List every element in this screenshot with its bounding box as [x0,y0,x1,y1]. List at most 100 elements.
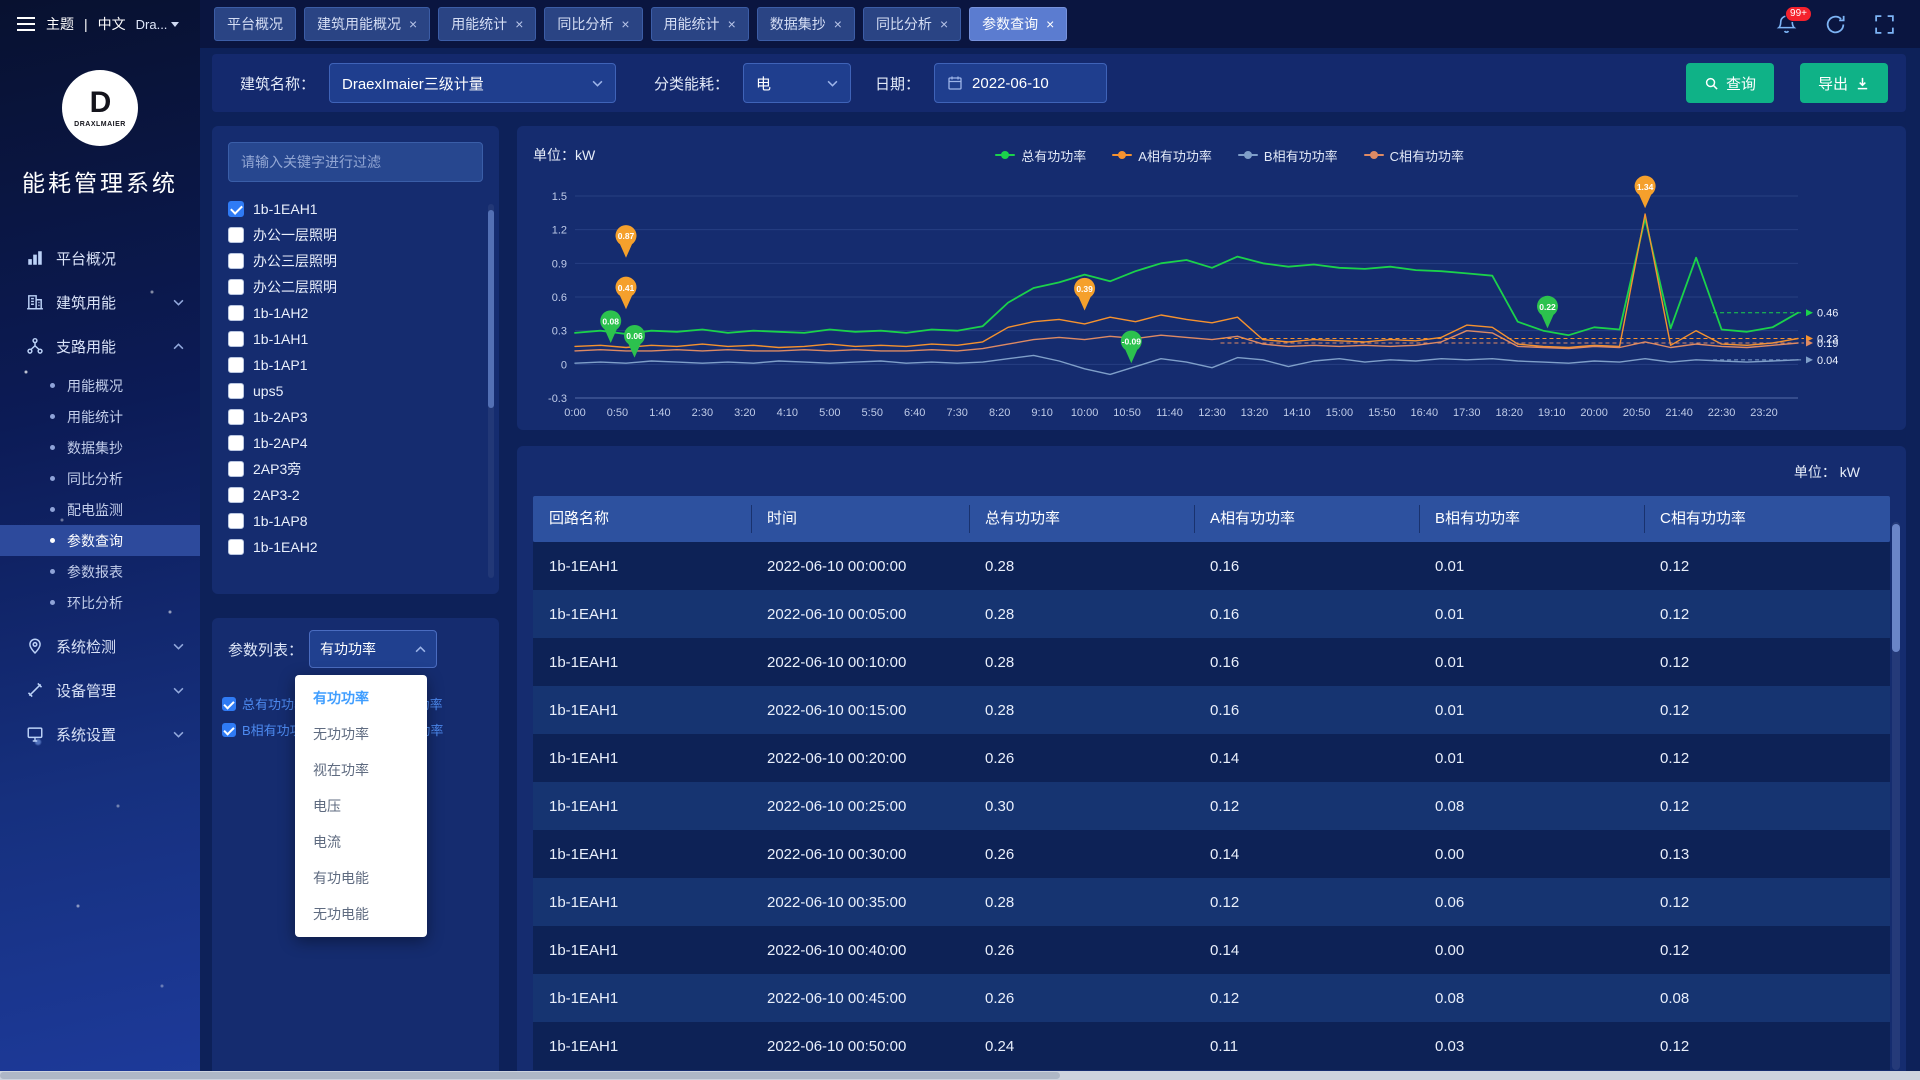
sidebar-subitem-param-report[interactable]: 参数报表 [0,556,200,587]
tab-yoy-analysis-2[interactable]: 同比分析× [863,7,961,41]
sidebar-item-building-energy[interactable]: 建筑用能 [0,280,200,324]
checkbox[interactable] [228,279,244,295]
checkbox[interactable] [228,201,244,217]
sidebar-item-branch-energy[interactable]: 支路用能 [0,324,200,368]
circuit-item-12[interactable]: 1b-1AP8 [228,508,483,534]
body-grid: 1b-1EAH1 办公一层照明办公三层照明办公二层照明1b-1AH21b-1AH1… [212,112,1906,1080]
category-select[interactable]: 电 [743,63,851,103]
circuit-item-13[interactable]: 1b-1EAH2 [228,534,483,560]
checkbox[interactable] [222,723,236,737]
sidebar-menu: 平台概况建筑用能支路用能用能概况用能统计数据集抄同比分析配电监测参数查询参数报表… [0,236,200,756]
svg-text:0.46: 0.46 [1817,308,1838,320]
param-select[interactable]: 有功功率 [309,630,437,668]
circuit-item-1[interactable]: 办公一层照明 [228,222,483,248]
sidebar-item-platform-overview[interactable]: 平台概况 [0,236,200,280]
circuit-item-3[interactable]: 办公二层照明 [228,274,483,300]
circuit-search-input[interactable] [228,142,483,182]
tab-energy-stats[interactable]: 用能统计× [438,7,536,41]
circuit-item-label: 1b-1EAH2 [253,539,318,555]
sidebar-item-system-settings[interactable]: 系统设置 [0,712,200,756]
svg-text:5:00: 5:00 [819,407,840,419]
circuit-item-4[interactable]: 1b-1AH2 [228,300,483,326]
tab-close-icon[interactable]: × [515,17,523,31]
tab-param-query[interactable]: 参数查询× [969,7,1067,41]
sidebar-item-device-management[interactable]: 设备管理 [0,668,200,712]
legend-item-total-active-power[interactable]: 总有功功率 [995,146,1086,165]
theme-label[interactable]: 主题 [46,14,74,34]
param-option-2[interactable]: 视在功率 [295,752,427,788]
table-cell: 0.13 [1644,846,1890,863]
date-picker[interactable]: 2022-06-10 [934,63,1107,103]
sidebar-subitem-power-monitor[interactable]: 配电监测 [0,494,200,525]
tab-close-icon[interactable]: × [1046,17,1054,31]
hamburger-icon[interactable] [16,16,36,32]
tab-close-icon[interactable]: × [621,17,629,31]
brand-selector[interactable]: Dra... [136,17,180,32]
circuit-item-7[interactable]: ups5 [228,378,483,404]
bell-icon[interactable]: 99+ [1775,13,1798,36]
tab-yoy-analysis[interactable]: 同比分析× [544,7,642,41]
circuit-item-8[interactable]: 1b-2AP3 [228,404,483,430]
param-option-4[interactable]: 电流 [295,824,427,860]
circuit-item-2[interactable]: 办公三层照明 [228,248,483,274]
circuit-item-0[interactable]: 1b-1EAH1 [228,196,483,222]
circuit-item-6[interactable]: 1b-1AP1 [228,352,483,378]
param-option-0[interactable]: 有功功率 [295,680,427,716]
checkbox[interactable] [228,331,244,347]
tab-platform-overview[interactable]: 平台概况 [214,7,296,41]
sidebar-subitem-yoy-analysis[interactable]: 同比分析 [0,463,200,494]
circuit-scrollbar-thumb[interactable] [488,210,494,408]
legend-item-phase-a-active-power[interactable]: A相有功功率 [1112,146,1212,165]
table-scrollbar-thumb[interactable] [1892,524,1900,652]
sidebar-subitem-energy-overview[interactable]: 用能概况 [0,370,200,401]
circuit-item-5[interactable]: 1b-1AH1 [228,326,483,352]
sidebar-subitem-mom-analysis[interactable]: 环比分析 [0,587,200,618]
param-option-3[interactable]: 电压 [295,788,427,824]
table-cell: 0.08 [1644,990,1890,1007]
horizontal-scrollbar[interactable] [0,1071,1920,1080]
checkbox[interactable] [228,383,244,399]
language-label[interactable]: 中文 [98,14,126,34]
tab-building-energy-overview[interactable]: 建筑用能概况× [304,7,430,41]
tab-close-icon[interactable]: × [834,17,842,31]
checkbox[interactable] [228,487,244,503]
refresh-icon[interactable] [1824,13,1847,36]
svg-text:5:50: 5:50 [862,407,883,419]
checkbox[interactable] [228,305,244,321]
fullscreen-icon[interactable] [1873,13,1896,36]
checkbox[interactable] [222,697,236,711]
checkbox[interactable] [228,435,244,451]
sidebar-subitem-data-collection[interactable]: 数据集抄 [0,432,200,463]
circuit-item-label: 1b-1EAH1 [253,201,318,217]
param-option-5[interactable]: 有功电能 [295,860,427,896]
checkbox[interactable] [228,409,244,425]
checkbox[interactable] [228,253,244,269]
sidebar-subitem-energy-stats[interactable]: 用能统计 [0,401,200,432]
circuit-item-9[interactable]: 1b-2AP4 [228,430,483,456]
checkbox[interactable] [228,513,244,529]
svg-text:0.41: 0.41 [618,283,635,293]
sidebar-item-system-monitor[interactable]: 系统检测 [0,624,200,668]
tab-data-collection[interactable]: 数据集抄× [757,7,855,41]
tab-close-icon[interactable]: × [728,17,736,31]
param-option-1[interactable]: 无功功率 [295,716,427,752]
topbar-divider: | [84,16,88,32]
table-cell: 0.12 [1644,798,1890,815]
legend-item-phase-c-active-power[interactable]: C相有功功率 [1364,146,1464,165]
checkbox[interactable] [228,461,244,477]
export-button[interactable]: 导出 [1800,63,1888,103]
legend-item-phase-b-active-power[interactable]: B相有功功率 [1238,146,1338,165]
building-select[interactable]: DraexImaier三级计量 [329,63,616,103]
horizontal-scrollbar-thumb[interactable] [0,1072,1060,1079]
circuit-item-10[interactable]: 2AP3旁 [228,456,483,482]
tab-energy-stats-2[interactable]: 用能统计× [651,7,749,41]
tab-close-icon[interactable]: × [409,17,417,31]
circuit-item-11[interactable]: 2AP3-2 [228,482,483,508]
tab-close-icon[interactable]: × [940,17,948,31]
param-option-6[interactable]: 无功电能 [295,896,427,932]
checkbox[interactable] [228,357,244,373]
sidebar-subitem-param-query[interactable]: 参数查询 [0,525,200,556]
checkbox[interactable] [228,539,244,555]
query-button[interactable]: 查询 [1686,63,1774,103]
checkbox[interactable] [228,227,244,243]
